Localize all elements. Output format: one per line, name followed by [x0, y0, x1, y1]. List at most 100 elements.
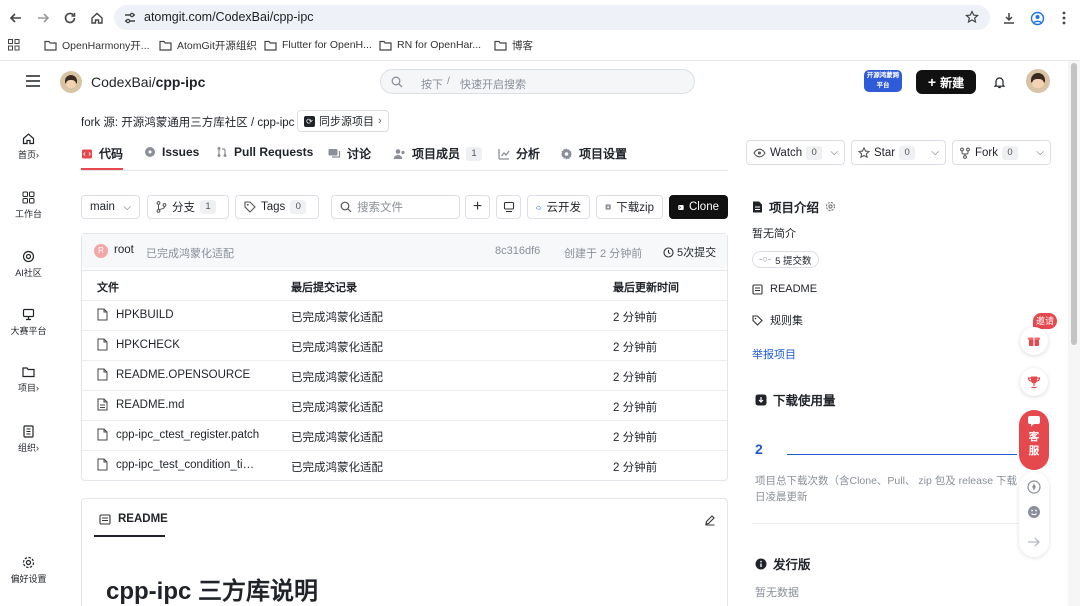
nav-preferences[interactable]: 偏好设置 — [0, 556, 57, 585]
fork-icon — [960, 147, 970, 159]
global-search[interactable]: 按下 / 快速开启搜索 — [380, 69, 695, 94]
fork-source-link[interactable]: 开源鸿蒙通用三方库社区 / cpp-ipc — [121, 117, 294, 129]
bookmark-item[interactable]: AtomGit开源组织 — [159, 36, 257, 54]
star-icon — [858, 146, 870, 158]
table-row[interactable]: cpp-ipc_ctest_register.patch 已完成鸿蒙化适配 2 … — [82, 420, 727, 450]
apps-grid-icon[interactable] — [8, 39, 20, 51]
profile-icon — [1030, 11, 1044, 25]
readme-tab[interactable]: README — [99, 513, 168, 525]
table-row[interactable]: README.OPENSOURCE 已完成鸿蒙化适配 2 分钟前 — [82, 360, 727, 390]
bookmark-star-icon[interactable] — [965, 10, 979, 24]
commit-author[interactable]: root — [114, 244, 134, 256]
address-bar[interactable]: atomgit.com/CodexBai/cpp-ipc — [114, 5, 990, 30]
browser-menu-button[interactable] — [1054, 8, 1074, 28]
gift-button[interactable] — [1020, 327, 1048, 355]
cloud-dev-button[interactable]: 云开发 — [527, 195, 590, 219]
owner-avatar[interactable] — [60, 71, 82, 93]
star-button[interactable]: Star 0 ⌵ — [851, 140, 946, 165]
report-link[interactable]: 举报项目 — [752, 346, 796, 362]
intro-title: 项目介绍 — [752, 197, 836, 216]
tab-settings[interactable]: 项目设置 — [561, 145, 627, 162]
branch-icon — [156, 201, 167, 213]
commits-badge[interactable]: -○- 5 提交数 — [752, 251, 819, 268]
tabs-divider — [81, 170, 728, 171]
tab-discussions[interactable]: 讨论 — [328, 145, 371, 162]
bell-icon[interactable] — [993, 75, 1006, 89]
nav-workbench[interactable]: 工作台 — [0, 191, 57, 220]
nav-organizations[interactable]: 组织› — [0, 425, 57, 454]
site-settings-icon[interactable] — [123, 11, 137, 25]
fork-button[interactable]: Fork 0 ⌵ — [952, 140, 1051, 165]
file-search-input[interactable]: 搜索文件 — [331, 195, 460, 219]
sync-source-button[interactable]: ⟳ 同步源项目 › — [297, 110, 389, 132]
browser-chrome: atomgit.com/CodexBai/cpp-ipc OpenHarmony… — [0, 0, 1080, 61]
readme-link[interactable]: README — [752, 283, 817, 295]
commit-hash[interactable]: 8c316df6 — [495, 245, 540, 257]
commit-time: 创建于 2 分钟前 — [564, 248, 643, 260]
customer-service-button[interactable]: 客服 — [1019, 410, 1049, 470]
bookmark-item[interactable]: RN for OpenHar... — [379, 36, 481, 54]
rules-link[interactable]: 规则集 — [752, 312, 803, 328]
table-row[interactable]: README.md 已完成鸿蒙化适配 2 分钟前 — [82, 390, 727, 420]
plus-icon: + — [472, 198, 483, 215]
branch-select[interactable]: main ⌵ — [81, 195, 140, 219]
repo-name[interactable]: cpp-ipc — [156, 74, 206, 90]
gift-icon — [1028, 337, 1040, 346]
back-button[interactable] — [6, 8, 26, 28]
profile-button[interactable] — [1027, 8, 1047, 28]
watch-button[interactable]: Watch 0 ⌵ — [746, 140, 845, 165]
nav-ai-community[interactable]: AI社区 — [0, 250, 57, 279]
readme-heading: cpp-ipc 三方库说明 — [106, 578, 319, 605]
clock-icon — [663, 246, 674, 258]
gear-icon[interactable] — [825, 201, 836, 212]
reload-button[interactable] — [60, 8, 80, 28]
nav-competition[interactable]: 大赛平台 — [0, 308, 57, 337]
commit-message[interactable]: 已完成鸿蒙化适配 — [146, 245, 234, 261]
nav-home[interactable]: 首页› — [0, 132, 57, 161]
user-avatar[interactable] — [1026, 69, 1050, 93]
downloads-button[interactable] — [999, 8, 1019, 28]
bookmark-item[interactable]: Flutter for OpenH... — [264, 36, 372, 54]
nav-projects[interactable]: 项目› — [0, 366, 57, 394]
url-text[interactable]: atomgit.com/CodexBai/cpp-ipc — [144, 10, 314, 24]
tab-pull-requests[interactable]: Pull Requests — [216, 145, 313, 159]
home-button[interactable] — [87, 8, 107, 28]
bookmark-item[interactable]: 博客 — [494, 36, 533, 54]
table-row[interactable]: HPKCHECK 已完成鸿蒙化适配 2 分钟前 — [82, 330, 727, 360]
arrow-left-icon — [9, 13, 21, 23]
commit-count-link[interactable]: 5次提交 — [663, 244, 716, 260]
folder-icon — [379, 40, 392, 51]
owner-link[interactable]: CodexBai — [91, 74, 152, 90]
compass-icon[interactable] — [1027, 480, 1041, 494]
clone-button[interactable]: Clone — [669, 195, 728, 219]
left-navigation: 首页› 工作台 AI社区 大赛平台 项目› 组织› 偏好设置 — [0, 104, 57, 606]
file-table: R root 已完成鸿蒙化适配 8c316df6 创建于 2 分钟前 5次提交 … — [81, 233, 728, 481]
smile-icon[interactable] — [1027, 505, 1041, 519]
home-icon — [91, 12, 103, 24]
branches-button[interactable]: 分支 1 — [147, 195, 229, 219]
tags-button[interactable]: Tags 0 — [235, 195, 319, 219]
page-scrollbar[interactable] — [1068, 61, 1080, 606]
release-empty: 暂无数据 — [755, 587, 799, 599]
event-badge[interactable]: 开源鸿蒙跨平台 — [864, 70, 902, 92]
table-header: 文件 最后提交记录 最后更新时间 — [82, 270, 727, 300]
table-row[interactable]: cpp-ipc_test_condition_ti… 已完成鸿蒙化适配 2 分钟… — [82, 450, 727, 480]
add-file-button[interactable]: + — [465, 195, 490, 219]
bookmark-item[interactable]: OpenHarmony开... — [44, 36, 150, 54]
tab-issues[interactable]: Issues — [144, 145, 199, 159]
edit-pencil-icon[interactable] — [704, 514, 716, 526]
table-row[interactable]: HPKBUILD 已完成鸿蒙化适配 2 分钟前 — [82, 300, 727, 330]
star-count: 0 — [899, 145, 916, 160]
web-ide-button[interactable] — [496, 195, 521, 219]
new-button[interactable]: + 新建 — [916, 70, 976, 94]
trophy-button[interactable] — [1020, 368, 1048, 396]
tab-analytics[interactable]: 分析 — [498, 145, 540, 162]
file-icon — [97, 308, 108, 321]
hamburger-menu-icon[interactable] — [26, 75, 40, 87]
tab-code[interactable]: 代码 — [81, 145, 123, 162]
tab-members[interactable]: 项目成员 1 — [393, 145, 483, 162]
download-zip-button[interactable]: 下载zip — [596, 195, 663, 219]
scrollbar-thumb[interactable] — [1071, 63, 1077, 345]
arrow-right-icon[interactable] — [1027, 536, 1041, 548]
forward-button[interactable] — [33, 8, 53, 28]
